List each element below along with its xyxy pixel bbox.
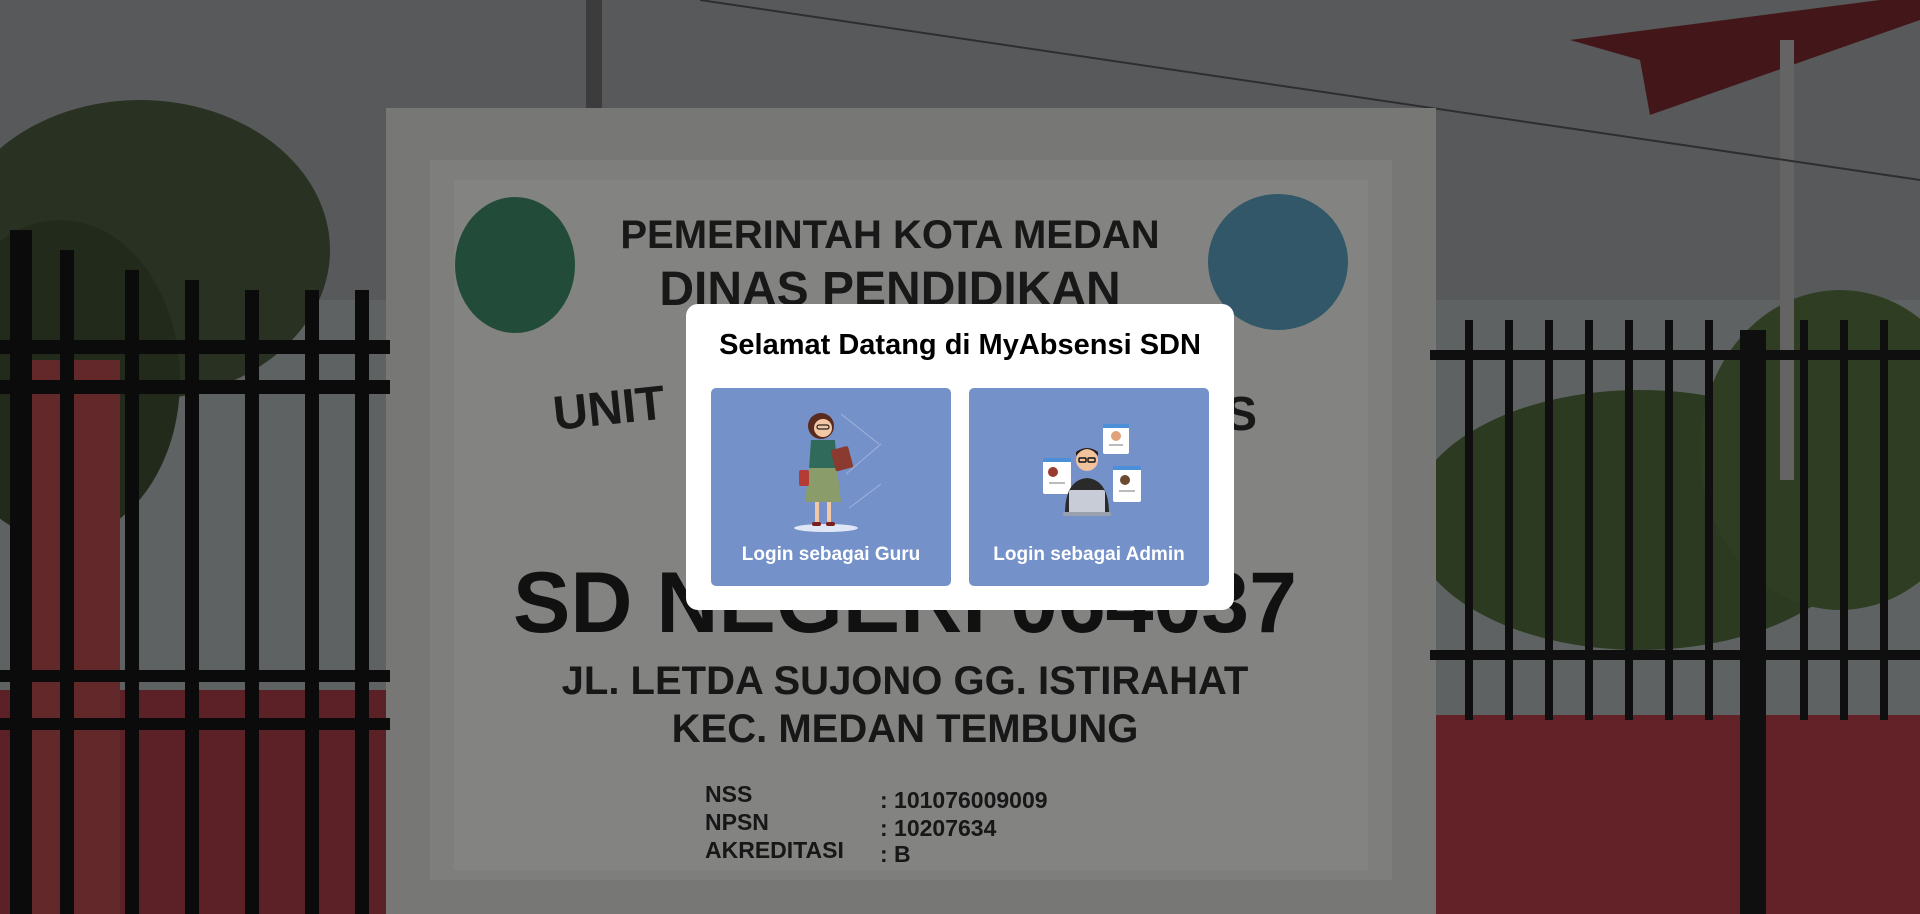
role-options: Login sebagai Guru Login sebagai Admin <box>711 388 1209 586</box>
admin-illustration-icon <box>1043 424 1141 516</box>
login-guru-label: Login sebagai Guru <box>741 544 921 565</box>
login-guru-button[interactable]: Login sebagai Guru <box>711 388 951 586</box>
welcome-title: Selamat Datang di MyAbsensi SDN <box>719 329 1201 361</box>
login-admin-label: Login sebagai Admin <box>993 544 1185 565</box>
teacher-illustration-icon <box>794 413 882 532</box>
login-admin-button[interactable]: Login sebagai Admin <box>969 388 1209 586</box>
login-role-dialog: Selamat Datang di MyAbsensi SDN Login se… <box>686 304 1234 610</box>
